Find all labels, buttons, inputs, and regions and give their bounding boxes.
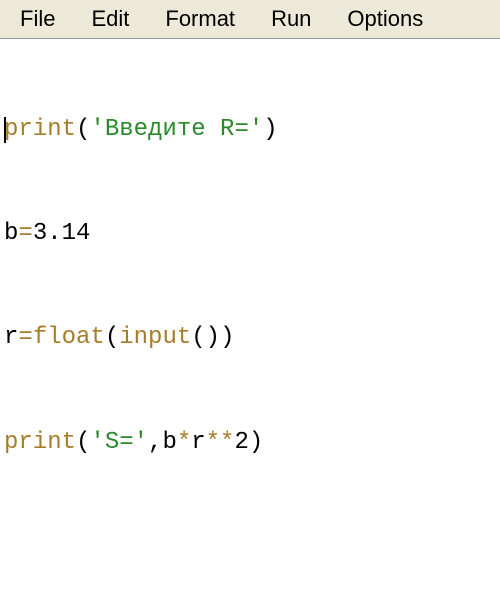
token-string: 'S=': [90, 429, 148, 456]
token-eq: =: [18, 324, 32, 351]
menu-file[interactable]: File: [2, 4, 73, 34]
token-float: float: [33, 324, 105, 351]
menu-edit[interactable]: Edit: [73, 4, 147, 34]
token-var: b: [4, 220, 18, 247]
token-num: 3.14: [33, 220, 91, 247]
token-op: *: [177, 429, 191, 456]
token-paren: (: [105, 324, 119, 351]
code-editor[interactable]: print('Введите R=') b=3.14 r=float(input…: [0, 39, 500, 607]
token-var: r: [4, 324, 18, 351]
token-paren: (: [191, 324, 205, 351]
token-var: r: [191, 429, 205, 456]
token-paren: ): [206, 324, 220, 351]
menubar: File Edit Format Run Options: [0, 0, 500, 39]
token-paren: ): [220, 324, 234, 351]
token-paren: ): [263, 116, 277, 143]
code-line-1: print('Введите R='): [4, 113, 496, 148]
token-input: input: [119, 324, 191, 351]
code-line-3: r=float(input()): [4, 321, 496, 356]
token-print: print: [4, 116, 76, 143]
token-num: 2: [234, 429, 248, 456]
token-op: **: [206, 429, 235, 456]
token-var: b: [162, 429, 176, 456]
code-line-2: b=3.14: [4, 217, 496, 252]
menu-run[interactable]: Run: [253, 4, 329, 34]
menu-options[interactable]: Options: [329, 4, 441, 34]
token-string: 'Введите R=': [90, 116, 263, 143]
token-print: print: [4, 429, 76, 456]
code-line-4: print('S=',b*r**2): [4, 426, 496, 461]
token-paren: ): [249, 429, 263, 456]
token-comma: ,: [148, 429, 162, 456]
token-paren: (: [76, 429, 90, 456]
token-eq: =: [18, 220, 32, 247]
token-paren: (: [76, 116, 90, 143]
menu-format[interactable]: Format: [147, 4, 253, 34]
